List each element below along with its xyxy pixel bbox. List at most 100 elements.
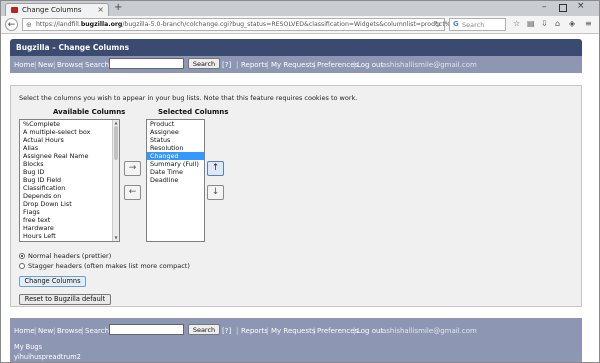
footer-my-requests-link[interactable]: My Requests xyxy=(271,327,316,335)
nav-separator: | xyxy=(53,61,56,69)
list-option[interactable]: Alias xyxy=(20,144,119,152)
quick-search-help-link[interactable]: [?] xyxy=(222,61,231,69)
page-content: Bugzilla – Change Columns Home | New | B… xyxy=(1,34,599,362)
footer-search-link[interactable]: Search xyxy=(85,327,109,335)
list-option[interactable]: Date Time xyxy=(147,168,204,176)
nav-my-requests-link[interactable]: My Requests xyxy=(271,61,316,69)
nav-browse-link[interactable]: Browse xyxy=(57,61,83,69)
list-option[interactable]: %Complete xyxy=(20,120,119,128)
quick-search-button[interactable]: Search xyxy=(188,58,220,69)
reload-icon[interactable]: ↻ xyxy=(434,20,441,29)
google-icon: G xyxy=(453,20,459,28)
reading-list-icon[interactable]: ▤ xyxy=(527,19,535,28)
quick-search-input[interactable] xyxy=(109,58,184,69)
move-left-button[interactable]: ← xyxy=(124,185,141,200)
footer-preferences-link[interactable]: Preferences xyxy=(317,327,358,335)
footer-link-bar: Home | New | Browse | Search Search [?] … xyxy=(10,322,582,339)
page-title: Bugzilla – Change Columns xyxy=(10,39,582,56)
available-columns-title: Available Columns xyxy=(53,108,126,116)
star-icon[interactable]: ☆ xyxy=(513,19,520,28)
list-option[interactable]: Hardware xyxy=(20,224,119,232)
saved-search-link[interactable]: yihuihuspreadtrum2 xyxy=(14,353,81,361)
footer-quick-search-input[interactable] xyxy=(109,324,184,335)
list-option[interactable]: Summary (Full) xyxy=(147,160,204,168)
nav-separator: | xyxy=(353,327,356,335)
footer-home-link[interactable]: Home xyxy=(14,327,35,335)
list-option[interactable]: Bug ID Field xyxy=(20,176,119,184)
footer-help-link[interactable]: [?] xyxy=(222,327,231,335)
close-tab-icon[interactable]: × xyxy=(97,5,104,14)
maximize-icon[interactable] xyxy=(559,4,567,12)
list-option[interactable]: Deadline xyxy=(147,176,204,184)
normal-headers-label: Normal headers (prettier) xyxy=(28,252,112,260)
nav-home-link[interactable]: Home xyxy=(14,61,35,69)
stagger-headers-radio[interactable] xyxy=(19,263,25,269)
list-option[interactable]: Resolution xyxy=(147,144,204,152)
footer: Home | New | Browse | Search Search [?] … xyxy=(10,318,582,362)
nav-separator: | xyxy=(236,327,239,335)
footer-logout-link[interactable]: Log out xyxy=(357,327,383,335)
tab-strip: Change Columns × + – × xyxy=(1,1,599,16)
nav-separator: | xyxy=(53,327,56,335)
normal-headers-radio[interactable] xyxy=(19,253,25,259)
list-option[interactable]: Assignee xyxy=(147,128,204,136)
stagger-headers-option[interactable]: Stagger headers (often makes list more c… xyxy=(19,262,190,270)
search-placeholder: Search xyxy=(462,21,485,29)
list-option[interactable]: Hours Left xyxy=(20,232,119,240)
list-option[interactable]: Changed xyxy=(147,152,204,160)
list-option[interactable]: Drop Down List xyxy=(20,200,119,208)
selected-columns-title: Selected Columns xyxy=(158,108,229,116)
back-arrow-icon[interactable]: ← xyxy=(5,18,18,31)
nav-search-link[interactable]: Search xyxy=(85,61,109,69)
list-option[interactable]: Classification xyxy=(20,184,119,192)
list-option[interactable]: Flags xyxy=(20,208,119,216)
move-down-button[interactable]: ↓ xyxy=(207,185,224,200)
nav-separator: | xyxy=(353,61,356,69)
list-option[interactable]: Actual Hours xyxy=(20,136,119,144)
nav-logout-link[interactable]: Log out xyxy=(357,61,383,69)
stagger-headers-label: Stagger headers (often makes list more c… xyxy=(28,262,190,270)
move-up-button[interactable]: ↑ xyxy=(207,161,224,176)
download-icon[interactable]: ⇩ xyxy=(541,19,548,28)
nav-bar: ← ⊕ https://landfill.bugzilla.org/bugzil… xyxy=(1,16,599,34)
change-columns-button[interactable]: Change Columns xyxy=(19,276,86,287)
list-option[interactable]: Depends on xyxy=(20,192,119,200)
my-bugs-link[interactable]: My Bugs xyxy=(14,343,42,351)
footer-reports-link[interactable]: Reports xyxy=(241,327,268,335)
browser-search-box[interactable]: G Search xyxy=(449,18,506,31)
reset-default-button[interactable]: Reset to Bugzilla default xyxy=(19,294,111,305)
footer-quick-search-button[interactable]: Search xyxy=(188,324,220,335)
footer-new-link[interactable]: New xyxy=(38,327,53,335)
nav-new-link[interactable]: New xyxy=(38,61,53,69)
footer-browse-link[interactable]: Browse xyxy=(57,327,83,335)
scroll-thumb[interactable] xyxy=(114,126,118,160)
nav-preferences-link[interactable]: Preferences xyxy=(317,61,358,69)
window-close-icon[interactable]: × xyxy=(577,1,585,11)
selected-columns-list[interactable]: Product Assignee Status Resolution Changed Su… xyxy=(146,119,205,242)
browser-tab[interactable]: Change Columns × xyxy=(5,3,109,16)
lock-icon: ⊕ xyxy=(26,21,32,29)
available-columns-list[interactable]: %Complete A multiple-select box Actual Hou… xyxy=(19,119,120,242)
scroll-down-icon[interactable]: ▼ xyxy=(113,235,119,241)
menu-icon[interactable]: ≡ xyxy=(585,19,592,28)
available-list-scrollbar[interactable]: ▲ ▼ xyxy=(112,120,119,241)
home-icon[interactable]: ⌂ xyxy=(555,19,560,28)
pocket-icon[interactable]: ◈ xyxy=(569,19,575,28)
list-option[interactable]: Blocks xyxy=(20,160,119,168)
address-bar[interactable]: ⊕ https://landfill.bugzilla.org/bugzilla… xyxy=(22,18,462,31)
list-option[interactable]: Product xyxy=(147,120,204,128)
minimize-icon[interactable]: – xyxy=(542,2,547,12)
nav-reports-link[interactable]: Reports xyxy=(241,61,268,69)
bugzilla-favicon-icon xyxy=(11,7,18,13)
nav-separator: | xyxy=(81,327,84,335)
list-option[interactable]: Status xyxy=(147,136,204,144)
list-option[interactable]: Bug ID xyxy=(20,168,119,176)
move-right-button[interactable]: → xyxy=(124,161,141,176)
list-option[interactable]: free text xyxy=(20,216,119,224)
list-option[interactable]: Assignee Real Name xyxy=(20,152,119,160)
nav-separator: | xyxy=(236,61,239,69)
browser-window: Change Columns × + – × ← ⊕ https://landf… xyxy=(0,0,600,363)
list-option[interactable]: A multiple-select box xyxy=(20,128,119,136)
new-tab-button[interactable]: + xyxy=(114,2,122,13)
normal-headers-option[interactable]: Normal headers (prettier) xyxy=(19,252,111,260)
